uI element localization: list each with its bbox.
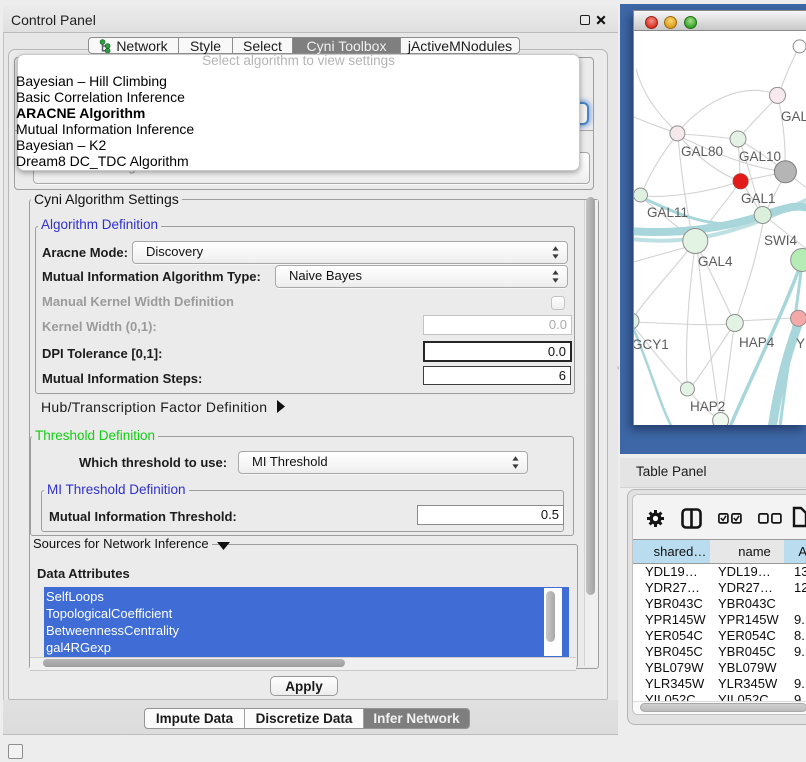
svg-text:SWI4: SWI4 — [764, 233, 797, 248]
svg-text:HAP4: HAP4 — [739, 335, 775, 350]
svg-text:GCY1: GCY1 — [634, 337, 669, 352]
svg-text:Y: Y — [796, 336, 805, 351]
svg-text:HAP2: HAP2 — [690, 399, 725, 414]
svg-text:GAL80: GAL80 — [681, 144, 723, 159]
svg-text:GAL4: GAL4 — [698, 254, 733, 269]
svg-text:GAL8: GAL8 — [781, 109, 806, 124]
svg-text:GAL10: GAL10 — [739, 149, 781, 164]
svg-text:GAL1: GAL1 — [741, 191, 776, 206]
svg-text:GAL11: GAL11 — [647, 205, 688, 220]
